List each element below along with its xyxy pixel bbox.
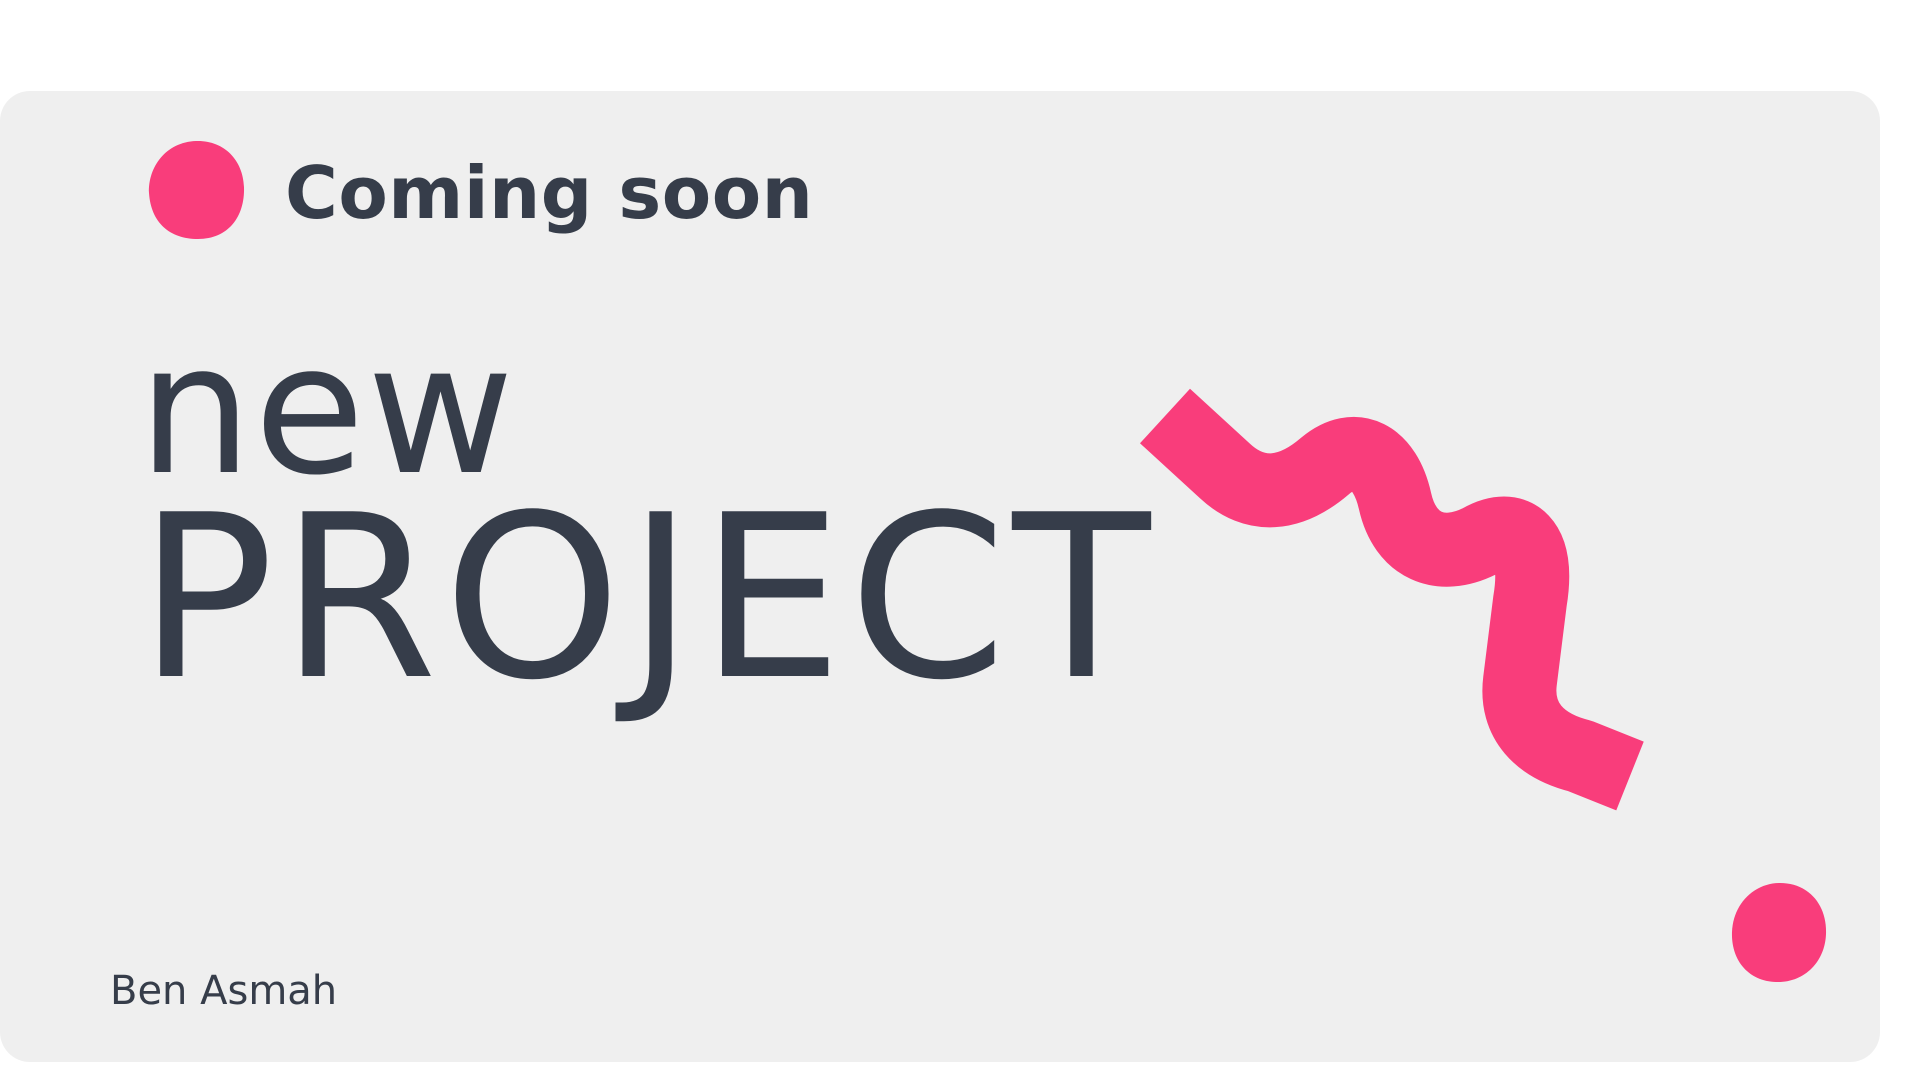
author-name: Ben Asmah — [110, 968, 338, 1014]
pink-squiggle-icon — [1139, 388, 1644, 811]
card: Coming soon new PROJECT Ben Asmah — [0, 91, 1880, 1062]
pink-dot-icon — [1730, 882, 1828, 984]
